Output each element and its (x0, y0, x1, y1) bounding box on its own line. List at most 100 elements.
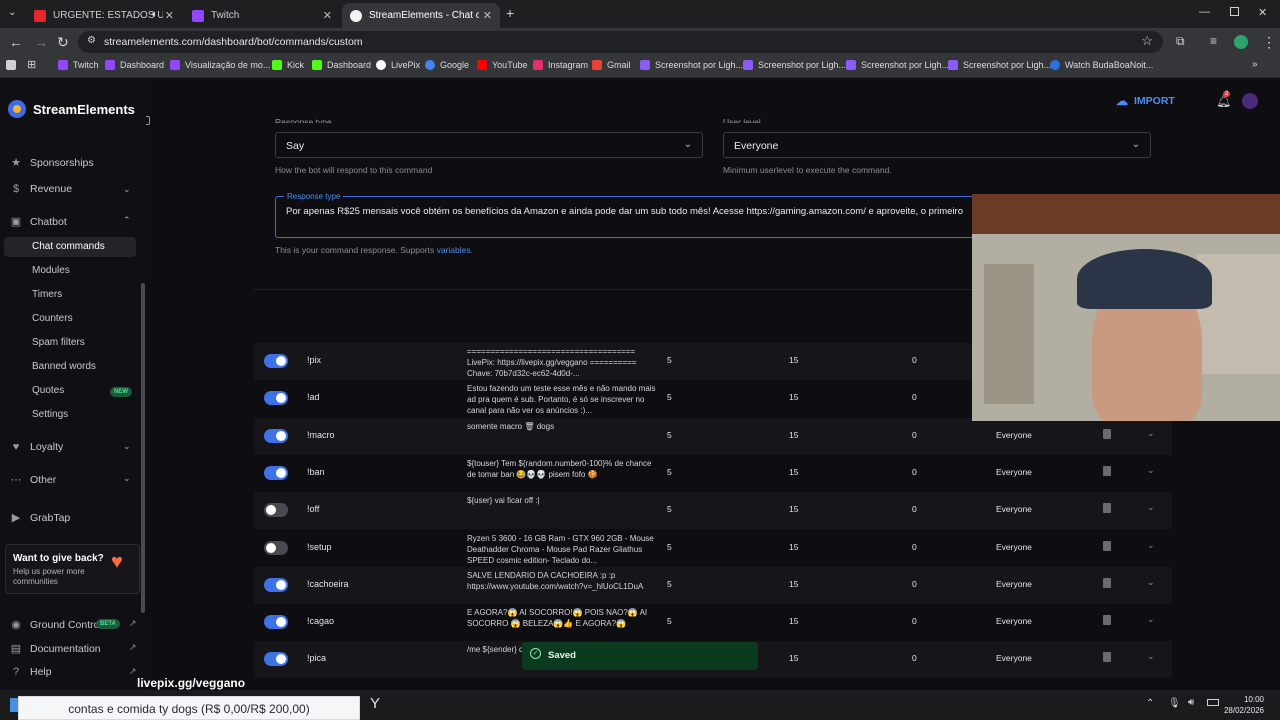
sidebar-item-chatbot[interactable]: ▣ Chatbot (10, 215, 67, 229)
speaker-icon[interactable]: 🔊︎ (1188, 697, 1194, 708)
battery-icon[interactable] (1207, 699, 1219, 706)
sidebar-item-quotes[interactable]: Quotes (32, 385, 64, 396)
chevron-down-icon[interactable]: ⌄ (1147, 428, 1155, 439)
bookmark-kick[interactable]: Kick (272, 60, 304, 70)
chevron-down-icon[interactable]: ⌄ (1147, 465, 1155, 476)
profile-avatar[interactable] (1234, 35, 1248, 49)
sidebar-item-ground-control[interactable]: ◉ Ground Control (10, 618, 102, 632)
close-window-icon[interactable]: ✕ (1258, 6, 1267, 19)
trash-icon[interactable] (1103, 540, 1111, 551)
sidebar-item-sponsorships[interactable]: ★ Sponsorships (10, 156, 94, 170)
chevron-down-icon[interactable]: ⌄ (1147, 540, 1155, 551)
trash-icon[interactable] (1103, 428, 1111, 439)
bookmark-google[interactable]: Google (425, 60, 469, 70)
response-type-select[interactable]: Say ⌄ (275, 132, 703, 158)
close-icon[interactable]: ✕ (323, 9, 332, 22)
bookmark-screenshot-3[interactable]: Screenshot por Ligh... (846, 60, 949, 70)
reload-icon[interactable]: ↻ (57, 34, 69, 51)
more-bookmarks-icon[interactable]: » (1252, 59, 1258, 70)
command-row[interactable]: !cachoeira SALVE LENDARIO DA CACHOEIRA :p… (254, 566, 1172, 604)
sidepanel-icon[interactable] (6, 60, 16, 70)
app-icon[interactable]: Y (370, 695, 380, 712)
sidebar-scrollbar[interactable] (141, 283, 145, 613)
chevron-up-icon[interactable]: ⌃ (123, 215, 131, 226)
extensions-icon[interactable]: ⧉ (1176, 34, 1185, 49)
command-row[interactable]: !off ${user} vai ficar off :| 5 15 0 Everyone… (254, 492, 1172, 530)
tab-twitch[interactable]: Twitch ✕ (184, 3, 340, 28)
brand-logo[interactable]: StreamElements (8, 100, 135, 118)
sidebar-item-banned-words[interactable]: Banned words (32, 361, 96, 372)
user-avatar[interactable] (1242, 93, 1258, 109)
minimize-icon[interactable]: — (1199, 6, 1210, 18)
audio-icon[interactable]: 🔈︎ (152, 9, 158, 20)
forward-icon[interactable]: → (34, 34, 48, 50)
sidebar-item-settings[interactable]: Settings (32, 409, 68, 420)
enable-toggle[interactable] (264, 465, 288, 480)
close-icon[interactable]: ✕ (483, 9, 492, 22)
bookmark-screenshot-4[interactable]: Screenshot por Ligh... (948, 60, 1051, 70)
command-row[interactable]: !ban ${touser} Tem ${random.number0-100}%… (254, 455, 1172, 492)
sidebar-item-documentation[interactable]: ▤ Documentation (10, 642, 101, 656)
trash-icon[interactable] (1103, 503, 1111, 514)
chevron-down-icon[interactable]: ⌄ (1147, 614, 1155, 625)
bookmark-dashboard[interactable]: Dashboard (105, 60, 164, 70)
start-icon[interactable] (10, 698, 18, 712)
sidebar-item-grabtap[interactable]: ▶ GrabTap (10, 511, 71, 525)
chevron-down-icon[interactable]: ⌄ (123, 184, 131, 195)
tray-chevron-up-icon[interactable]: ⌃ (1146, 698, 1154, 709)
bookmark-star-icon[interactable]: ☆ (1141, 33, 1153, 49)
enable-toggle[interactable] (264, 652, 288, 667)
enable-toggle[interactable] (264, 428, 288, 443)
chevron-down-icon[interactable]: ⌄ (1147, 651, 1155, 662)
tab-youtube[interactable]: URGENTE: ESTADOS UNIDO 🔈︎ ✕ (26, 3, 182, 28)
enable-toggle[interactable] (264, 615, 288, 630)
apps-grid-icon[interactable]: ⊞ (27, 58, 36, 71)
bookmark-visualizacao[interactable]: Visualização de mo... (170, 60, 270, 70)
bookmark-screenshot-2[interactable]: Screenshot por Ligh... (743, 60, 846, 70)
sidebar-item-other[interactable]: ⋯ Other (10, 473, 57, 487)
chevron-down-icon[interactable]: ⌄ (1147, 577, 1155, 588)
bookmark-instagram[interactable]: Instagram (533, 60, 588, 70)
media-icon[interactable]: ≡ (1210, 34, 1217, 48)
url-input[interactable]: ⚙ streamelements.com/dashboard/bot/comma… (78, 31, 1163, 53)
sidebar-item-chat-commands[interactable]: Chat commands (32, 241, 105, 252)
bookmark-kick-dashboard[interactable]: Dashboard (312, 60, 371, 70)
sidebar-item-help[interactable]: ? Help (10, 666, 52, 678)
enable-toggle[interactable] (264, 540, 288, 555)
bookmark-watch-buda[interactable]: Watch BudaBoaNoit... (1050, 60, 1153, 70)
collapse-sidebar-icon[interactable] (146, 116, 150, 125)
tab-streamelements[interactable]: StreamElements - Chat comma ✕ (342, 3, 500, 28)
new-tab-icon[interactable]: + (506, 5, 514, 21)
command-row[interactable]: !macro somente macro 🗑 dogs 5 15 0 Everyone ⌄ (254, 417, 1172, 455)
site-info-icon[interactable]: ⚙ (87, 35, 96, 46)
bookmark-gmail[interactable]: Gmail (592, 60, 631, 70)
import-button[interactable]: ☁ IMPORT (1116, 94, 1175, 108)
sidebar-item-spam-filters[interactable]: Spam filters (32, 337, 85, 348)
sidebar-item-revenue[interactable]: $ Revenue (10, 183, 72, 195)
back-icon[interactable]: ← (9, 34, 23, 50)
sidebar-item-counters[interactable]: Counters (32, 313, 73, 324)
trash-icon[interactable] (1103, 652, 1111, 663)
clock-date[interactable]: 28/02/2026 (1220, 706, 1264, 715)
command-row[interactable]: !setup Ryzen 5 3600 - 16 GB Ram - GTX 960… (254, 530, 1172, 567)
bookmark-screenshot-1[interactable]: Screenshot por Ligh... (640, 60, 743, 70)
restore-icon[interactable] (1230, 7, 1239, 16)
sidebar-item-modules[interactable]: Modules (32, 265, 70, 276)
sidebar-item-timers[interactable]: Timers (32, 289, 62, 300)
give-back-card[interactable]: Want to give back? Help us power more co… (5, 544, 140, 594)
command-row[interactable]: !cagao E AGORA?😱 AI SOCORRO!😱 POIS NAO?😱 … (254, 604, 1172, 641)
trash-icon[interactable] (1103, 615, 1111, 626)
menu-icon[interactable]: ⋮ (1262, 34, 1276, 51)
trash-icon[interactable] (1103, 465, 1111, 476)
enable-toggle[interactable] (264, 354, 288, 368)
user-level-select[interactable]: Everyone ⌄ (723, 132, 1151, 158)
variables-link[interactable]: variables. (437, 245, 473, 255)
chevron-down-icon[interactable]: ⌄ (123, 441, 131, 452)
bookmark-twitch[interactable]: Twitch (58, 60, 99, 70)
close-icon[interactable]: ✕ (165, 9, 174, 22)
chevron-down-icon[interactable]: ⌄ (123, 473, 131, 484)
chevron-down-icon[interactable]: ⌄ (1147, 502, 1155, 513)
enable-toggle[interactable] (264, 577, 288, 592)
enable-toggle[interactable] (264, 391, 288, 406)
trash-icon[interactable] (1103, 577, 1111, 588)
